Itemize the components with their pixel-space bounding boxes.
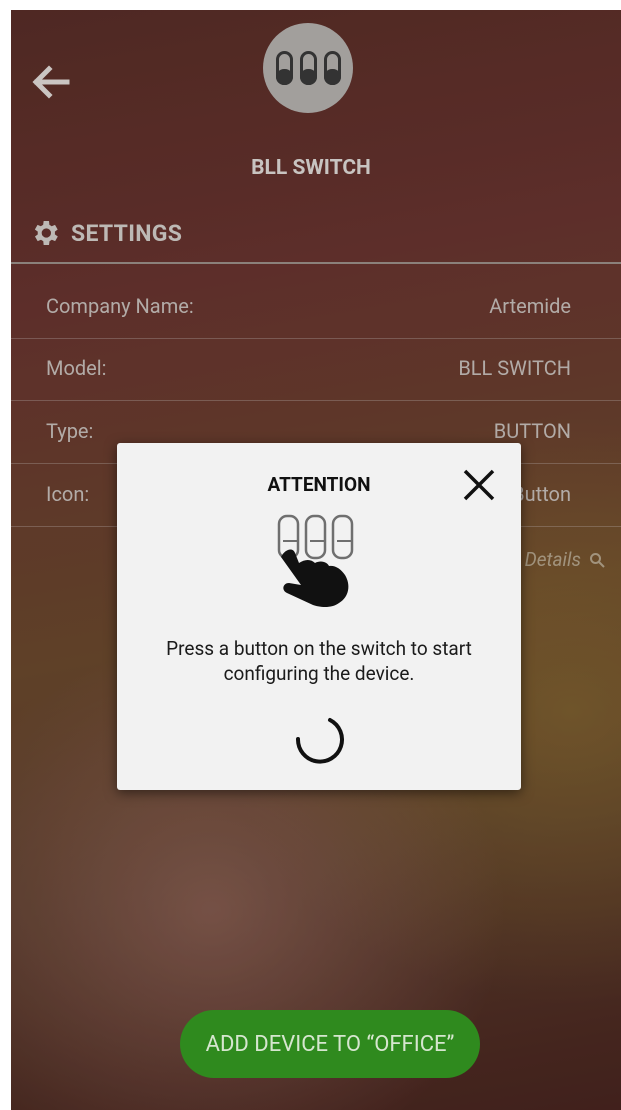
close-icon [463,469,495,501]
attention-dialog: ATTENTION Press a button on the switch t… [117,443,521,790]
spinner-icon [290,711,346,767]
add-device-button[interactable]: ADD DEVICE TO “OFFICE” [180,1010,480,1078]
close-button[interactable] [460,466,498,504]
hand-pressing-switch-icon [275,513,365,613]
dialog-message: Press a button on the switch to start co… [166,637,472,685]
